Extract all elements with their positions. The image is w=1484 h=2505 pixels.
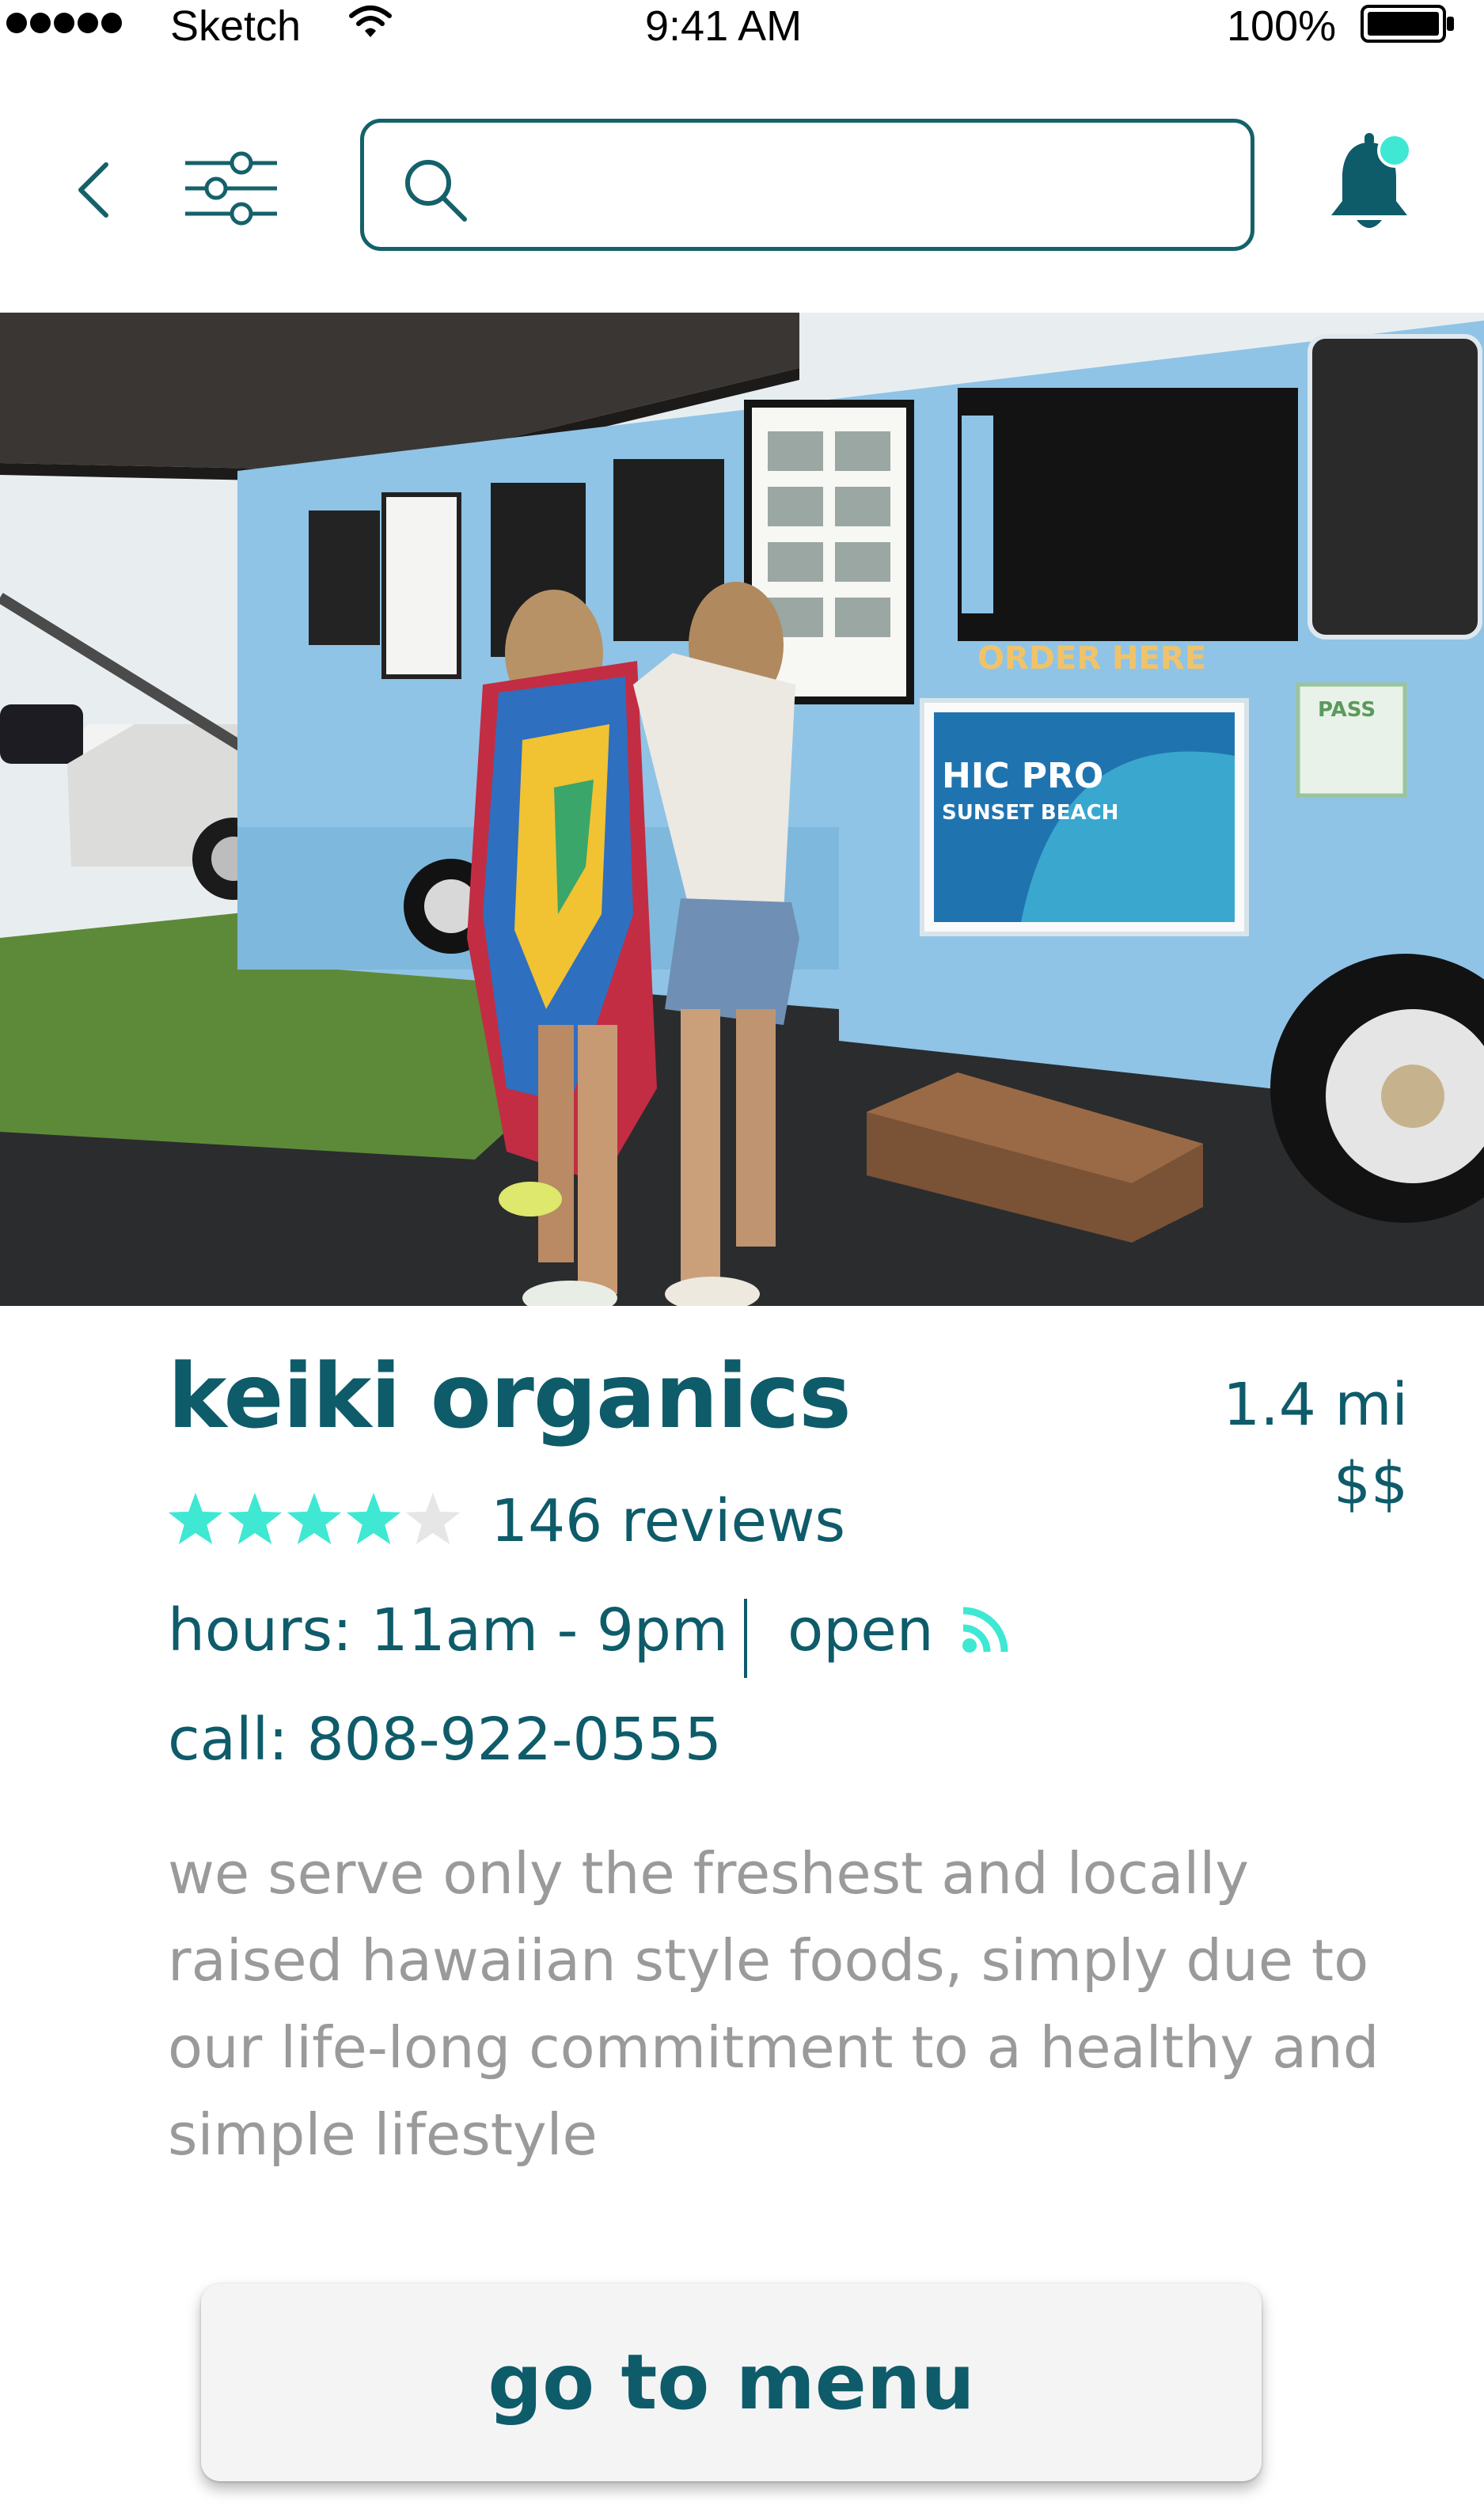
status-bar: Sketch 9:41 AM 100% xyxy=(0,0,1484,55)
search-bar[interactable] xyxy=(360,119,1254,251)
price-level: $$ xyxy=(1333,1450,1408,1518)
hero-photo: ORDER HERE HIC PRO SUNSET BEACH PASS xyxy=(0,313,1484,1306)
back-chevron-icon[interactable] xyxy=(71,158,119,222)
poster-subtitle: SUNSET BEACH xyxy=(942,801,1118,825)
food-truck-illustration: ORDER HERE HIC PRO SUNSET BEACH PASS xyxy=(0,313,1484,1306)
open-status: open xyxy=(788,1591,1012,1670)
pass-sticker: PASS xyxy=(1318,698,1376,722)
notification-badge xyxy=(1377,133,1412,168)
battery-icon xyxy=(1361,5,1454,43)
reviews-link[interactable]: 146 reviews xyxy=(491,1482,845,1561)
signal-strength-icon xyxy=(6,13,125,36)
open-status-label: open xyxy=(788,1596,934,1664)
star-filled-icon xyxy=(287,1493,342,1545)
star-filled-icon xyxy=(168,1493,223,1545)
star-filled-icon xyxy=(227,1493,283,1545)
notification-bell-icon[interactable] xyxy=(1322,127,1417,237)
battery-percent: 100% xyxy=(1227,2,1337,50)
search-input[interactable] xyxy=(483,139,1230,235)
restaurant-description: we serve only the freshest and locally r… xyxy=(168,1840,1380,2168)
order-here-sign: ORDER HERE xyxy=(977,640,1206,677)
search-icon xyxy=(405,160,467,222)
hours-divider xyxy=(744,1599,747,1678)
phone-link[interactable]: call: 808-922-0555 xyxy=(168,1700,722,1779)
star-filled-icon xyxy=(346,1493,401,1545)
open-signal-icon xyxy=(962,1607,1008,1653)
hours-label: hours: 11am - 9pm xyxy=(168,1596,728,1664)
distance-label: 1.4 mi xyxy=(1223,1371,1408,1439)
star-rating xyxy=(168,1488,465,1559)
status-time: 9:41 AM xyxy=(645,2,803,50)
go-to-menu-button[interactable]: go to menu xyxy=(201,2283,1262,2481)
star-empty-icon xyxy=(405,1493,461,1545)
wifi-icon xyxy=(349,6,392,37)
carrier-label: Sketch xyxy=(170,2,302,50)
filter-sliders-icon[interactable] xyxy=(182,150,280,226)
star-rating-graphic xyxy=(168,1493,461,1545)
poster-title: HIC PRO xyxy=(942,756,1103,796)
restaurant-name: keiki organics xyxy=(168,1345,852,1448)
